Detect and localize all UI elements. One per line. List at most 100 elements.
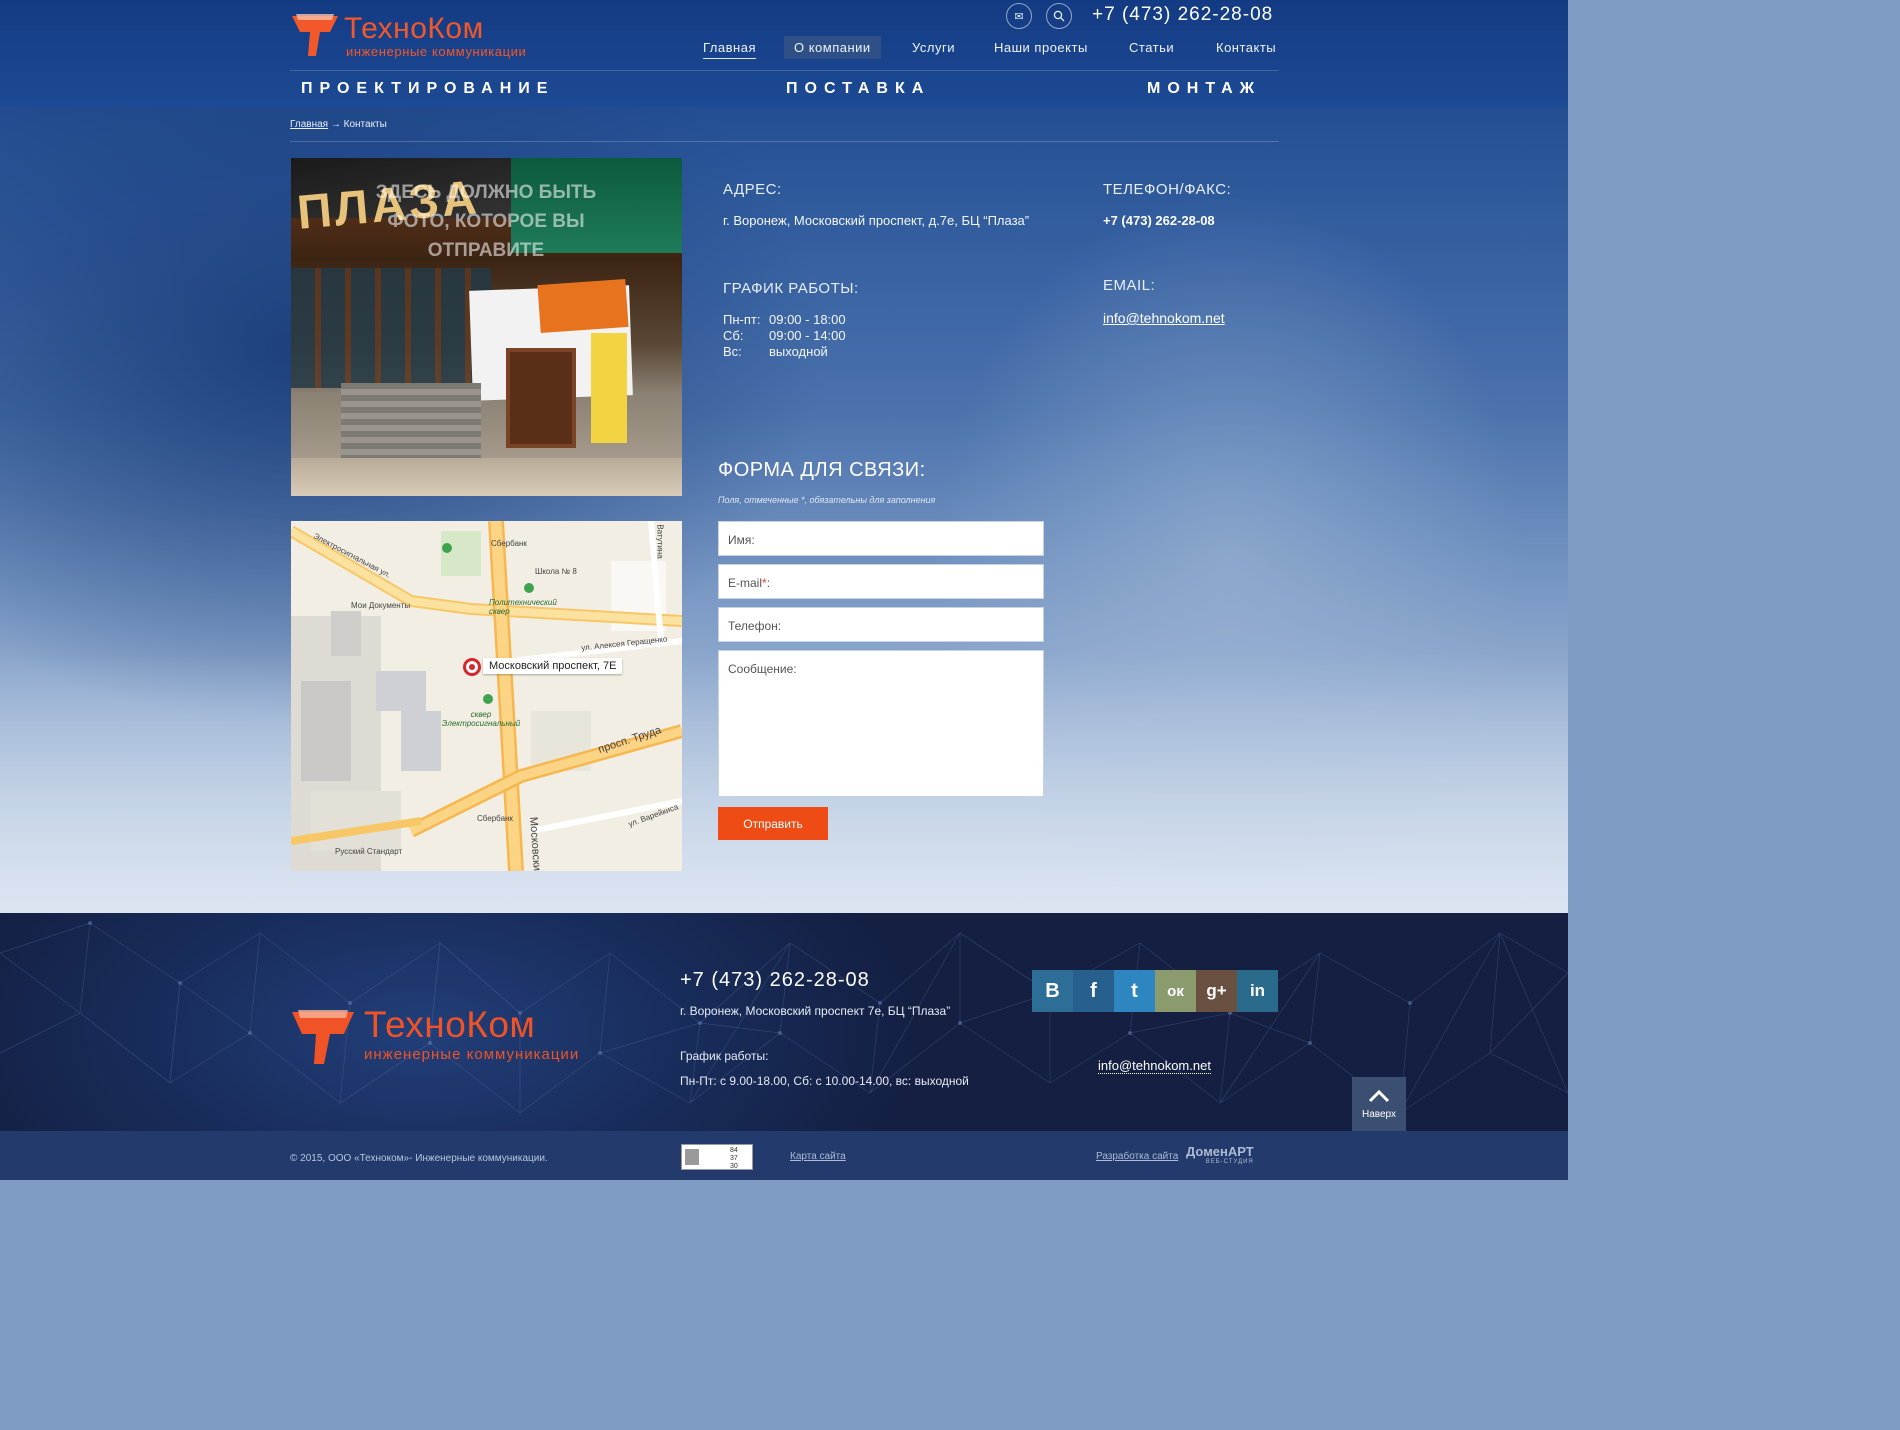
form-title: ФОРМА ДЛЯ СВЯЗИ: — [718, 459, 926, 481]
footer-address: г. Воронеж, Московский проспект 7е, БЦ “… — [680, 1004, 951, 1018]
back-to-top-label: Наверх — [1362, 1108, 1396, 1120]
nav-about[interactable]: О компании — [784, 36, 881, 59]
form-required-note: Поля, отмеченные *, обязательны для запо… — [718, 495, 936, 505]
hours-day: Вс: — [723, 344, 742, 359]
breadcrumb-separator: → — [330, 119, 341, 130]
email-field[interactable]: E-mail*: — [718, 564, 1044, 599]
copyright: © 2015, ООО «Техноком»- Инженерные комму… — [290, 1153, 548, 1164]
sitemap-link[interactable]: Карта сайта — [790, 1151, 846, 1162]
footer-email[interactable]: info@tehnokom.net — [1098, 1058, 1211, 1074]
location-map[interactable]: Электросигнальная ул. ул. Алексея Гераще… — [291, 521, 682, 871]
footer-logo[interactable]: ТехноКом инженерные коммуникации — [290, 1004, 610, 1068]
breadcrumb-home[interactable]: Главная — [290, 119, 328, 130]
map-poi-label: Политехнический сквер — [489, 598, 557, 616]
map-marker-icon[interactable] — [463, 658, 481, 676]
site-footer: ТехноКом инженерные коммуникации +7 (473… — [0, 913, 1568, 1131]
photo-windows — [291, 268, 491, 388]
message-field-label: Сообщение: — [728, 662, 797, 676]
hours-time: 09:00 - 14:00 — [769, 328, 846, 343]
header-phone[interactable]: +7 (473) 262-28-08 — [1092, 4, 1273, 26]
hours-time: выходной — [769, 344, 828, 359]
phone-text[interactable]: +7 (473) 262-28-08 — [1103, 213, 1215, 228]
counter-value: 84 — [730, 1147, 738, 1154]
map-poi-label: Мои Документы — [351, 601, 411, 610]
google-plus-icon[interactable]: g+ — [1196, 970, 1237, 1012]
facebook-icon[interactable]: f — [1073, 970, 1114, 1012]
search-icon[interactable] — [1046, 3, 1072, 29]
phone-title: ТЕЛЕФОН/ФАКС: — [1103, 181, 1232, 198]
developer-link[interactable]: Разработка сайта — [1096, 1151, 1178, 1162]
developer-name: ДоменАРТ — [1186, 1144, 1254, 1159]
name-field-label: Имя: — [728, 533, 755, 547]
photo-stairs — [341, 383, 481, 463]
service-design[interactable]: ПРОЕКТИРОВАНИЕ — [301, 80, 554, 98]
mail-icon[interactable]: ✉ — [1006, 3, 1032, 29]
hours-row: Вс: выходной — [723, 344, 828, 359]
breadcrumb-current: Контакты — [343, 119, 387, 130]
breadcrumb: Главная → Контакты — [290, 119, 387, 130]
address-title: АДРЕС: — [723, 181, 782, 198]
visit-counter[interactable]: 84 37 30 — [681, 1144, 753, 1170]
photo-placeholder-note: ЗДЕСЬ ДОЛЖНО БЫТЬ ФОТО, КОТОРОЕ ВЫ ОТПРА… — [375, 182, 597, 261]
bottom-bar: © 2015, ООО «Техноком»- Инженерные комму… — [0, 1131, 1568, 1180]
footer-logo-emblem-icon — [292, 1010, 354, 1064]
map-poi-label: сквер Электросигнальный — [441, 710, 521, 728]
map-street-label: Ватутина — [655, 524, 665, 559]
chevron-up-icon — [1368, 1089, 1390, 1102]
vk-icon[interactable]: В — [1032, 970, 1073, 1012]
developer-logo[interactable]: ДоменАРТ ВЕБ-СТУДИЯ — [1186, 1144, 1254, 1165]
hours-row: Пн-пт: 09:00 - 18:00 — [723, 312, 846, 327]
twitter-icon[interactable]: t — [1114, 970, 1155, 1012]
footer-hours: Пн-Пт: с 9.00-18.00, Сб: с 10.00-14.00, … — [680, 1074, 969, 1088]
nav-projects[interactable]: Наши проекты — [994, 40, 1088, 55]
logo-emblem-icon — [292, 14, 338, 56]
service-installation[interactable]: МОНТАЖ — [1147, 80, 1261, 98]
hours-day: Сб: — [723, 328, 744, 343]
map-poi-label: Сбербанк — [491, 539, 527, 548]
odnoklassniki-icon[interactable]: ок — [1155, 970, 1196, 1012]
email-link[interactable]: info@tehnokom.net — [1103, 310, 1225, 326]
map-poi-label: Школа № 8 — [535, 567, 577, 576]
counter-value: 37 — [730, 1155, 738, 1162]
developer-subtitle: ВЕБ-СТУДИЯ — [1205, 1159, 1254, 1165]
site-logo[interactable]: ТехноКом инженерные коммуникации — [290, 12, 530, 60]
footer-logo-subtitle: инженерные коммуникации — [364, 1046, 580, 1063]
nav-home[interactable]: Главная — [703, 40, 756, 59]
nav-articles[interactable]: Статьи — [1129, 40, 1174, 55]
logo-subtitle: инженерные коммуникации — [346, 44, 527, 59]
nav-contacts[interactable]: Контакты — [1216, 40, 1276, 55]
phone-field-label: Телефон: — [728, 619, 782, 633]
counter-graph-icon — [685, 1149, 699, 1165]
site-header: ТехноКом инженерные коммуникации ✉ +7 (4… — [0, 0, 1568, 107]
message-field[interactable]: Сообщение: — [718, 650, 1044, 797]
map-poi-label: Сбербанк — [477, 814, 513, 823]
email-title: EMAIL: — [1103, 277, 1156, 294]
map-marker-label: Московский проспект, 7Е — [483, 658, 623, 674]
email-field-label: E-mail*: — [728, 576, 771, 590]
photo-yellow-panel — [591, 333, 627, 443]
photo-board-orange — [537, 278, 629, 334]
photo-pavement — [291, 458, 682, 496]
footer-hours-title: График работы: — [680, 1049, 769, 1063]
logo-title: ТехноКом — [344, 12, 484, 45]
hours-time: 09:00 - 18:00 — [769, 312, 846, 327]
footer-logo-title: ТехноКом — [364, 1004, 536, 1045]
office-photo: ПЛАЗА ЗДЕСЬ ДОЛЖНО БЫТЬ ФОТО, КОТОРОЕ ВЫ… — [291, 158, 682, 496]
linkedin-icon[interactable]: in — [1237, 970, 1278, 1012]
footer-network-pattern — [0, 921, 1568, 1114]
hours-day: Пн-пт: — [723, 312, 761, 327]
name-field[interactable]: Имя: — [718, 521, 1044, 556]
hours-title: ГРАФИК РАБОТЫ: — [723, 280, 859, 297]
back-to-top-button[interactable]: Наверх — [1352, 1077, 1406, 1131]
nav-services[interactable]: Услуги — [912, 40, 955, 55]
footer-phone[interactable]: +7 (473) 262-28-08 — [680, 969, 870, 992]
counter-value: 30 — [730, 1163, 738, 1170]
submit-button[interactable]: Отправить — [718, 807, 828, 840]
address-text: г. Воронеж, Московский проспект, д.7е, Б… — [723, 213, 1030, 228]
header-divider — [290, 70, 1279, 71]
photo-door — [506, 348, 576, 448]
breadcrumb-divider — [290, 141, 1279, 142]
hours-row: Сб: 09:00 - 14:00 — [723, 328, 846, 343]
phone-field[interactable]: Телефон: — [718, 607, 1044, 642]
service-supply[interactable]: ПОСТАВКА — [786, 80, 930, 98]
